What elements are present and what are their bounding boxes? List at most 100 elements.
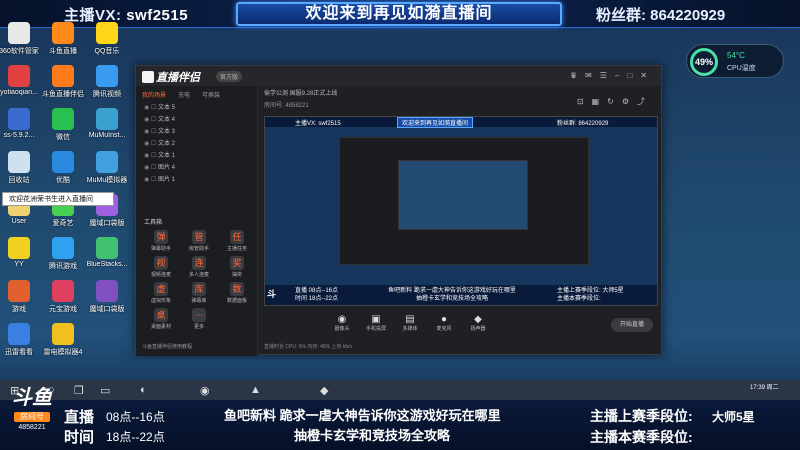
tool-icon: ⋯: [192, 308, 206, 322]
layer-item[interactable]: 文本 4: [136, 114, 257, 126]
minimize-icon[interactable]: –: [615, 71, 627, 80]
desktop-icon[interactable]: 优酷: [40, 151, 86, 185]
edge-icon[interactable]: ◐: [140, 384, 147, 396]
source-tool-button[interactable]: ▤ 多媒体: [398, 314, 422, 332]
shirt-icon[interactable]: ♛: [570, 71, 585, 80]
scene-tab[interactable]: 我的场景: [142, 93, 166, 99]
source-tool-icon: ▤: [405, 314, 415, 325]
settings-icon[interactable]: ⚙: [622, 97, 637, 106]
desktop-icon-label: 魔域口袋版: [89, 220, 125, 227]
desktop-icon-label: ss-5.9.2...: [3, 132, 35, 139]
live-companion-window[interactable]: 直播伴侣 官方版 ♛✉☰–□✕ 我的场景充电可换装 文本 5文本 4文本 3文本…: [135, 65, 662, 356]
nested-app-window: [339, 137, 589, 265]
source-toolbar: ◉ 摄像头 ▣ 手机投屏 ▤ 多媒体 ● 麦克风 ◆ 扬声器: [330, 314, 490, 332]
desktop-icon[interactable]: ss-5.9.2...: [0, 108, 42, 139]
taskbar-clock[interactable]: 17:39 周二: [750, 382, 779, 391]
source-tool-icon: ▣: [371, 314, 381, 325]
desktop-icon[interactable]: YY: [0, 237, 42, 268]
start-live-button[interactable]: 开始直播: [611, 318, 653, 332]
desktop-icon[interactable]: 腾讯视频: [84, 65, 130, 99]
desktop-icon[interactable]: 斗鱼直播: [40, 22, 86, 56]
source-tool-icon: ◉: [337, 314, 347, 325]
file-explorer-icon[interactable]: ▭: [100, 384, 110, 397]
close-icon[interactable]: ✕: [640, 71, 655, 80]
tool-button[interactable]: 虚虚拟形象: [142, 282, 180, 304]
tool-label: 虚拟形象: [150, 298, 171, 304]
streaming-app-icon[interactable]: ▲: [250, 384, 261, 396]
source-tool-button[interactable]: ● 麦克风: [432, 314, 456, 332]
desktop-icon[interactable]: MuMuInst...: [84, 108, 130, 139]
desktop-icon-label: 斗鱼直播伴侣: [42, 91, 84, 98]
tool-icon: 虚: [154, 282, 168, 296]
desktop-icon[interactable]: 360软件管家: [0, 22, 42, 56]
grid-icon[interactable]: ▦: [592, 97, 608, 106]
refresh-icon[interactable]: ↻: [607, 97, 622, 106]
desktop-icon[interactable]: 雷电模拟器4: [40, 323, 86, 357]
source-tool-button[interactable]: ▣ 手机投屏: [364, 314, 388, 332]
app-icon: [96, 22, 118, 44]
desktop-icon[interactable]: 微信: [40, 108, 86, 142]
maximize-icon[interactable]: □: [627, 71, 640, 80]
desktop-icon[interactable]: 腾讯游戏: [40, 237, 86, 271]
fan-group: 粉丝群: 864220929: [596, 7, 726, 24]
tool-button[interactable]: 奖抽奖: [218, 256, 256, 278]
tool-button[interactable]: 连多人连麦: [180, 256, 218, 278]
preview-controls[interactable]: ⊡▦↻⚙⤴: [577, 96, 653, 107]
desktop-icon[interactable]: 斗鱼直播伴侣: [40, 65, 86, 99]
tutorial-link[interactable]: 斗鱼直播伴侣使用教程: [142, 343, 192, 350]
window-controls[interactable]: ♛✉☰–□✕: [570, 71, 655, 80]
source-tool-label: 摄像头: [334, 326, 350, 332]
tool-button[interactable]: 任主播任务: [218, 230, 256, 252]
scene-tab[interactable]: 可换装: [202, 93, 220, 99]
tool-icon: 弹: [154, 230, 168, 244]
share-icon[interactable]: ⤴: [637, 97, 653, 106]
layer-item[interactable]: 文本 3: [136, 126, 257, 138]
tool-button[interactable]: 视视频连麦: [142, 256, 180, 278]
game-icon[interactable]: ◆: [320, 384, 328, 397]
app-icon: [52, 65, 74, 87]
desktop-icon[interactable]: QQ音乐: [84, 22, 130, 56]
source-tool-button[interactable]: ◆ 扬声器: [466, 314, 490, 332]
stream-preview[interactable]: 主播VX: swf2515 欢迎来到再见如漪直播间 粉丝群: 864220929…: [264, 116, 658, 306]
tool-label: 弹幕库: [191, 298, 207, 304]
version-badge: 官方版: [216, 71, 243, 82]
layer-item[interactable]: 文本 1: [136, 150, 257, 162]
tool-button[interactable]: 桌桌面素材: [142, 308, 180, 330]
tool-button[interactable]: ⋯ 更多: [180, 308, 218, 330]
tool-label: 房管助手: [188, 246, 209, 252]
layer-item[interactable]: 文本 2: [136, 138, 257, 150]
desktop-icon[interactable]: MuMu模拟器: [84, 151, 130, 185]
tool-label: 主播任务: [226, 246, 247, 252]
window-titlebar[interactable]: 直播伴侣 官方版 ♛✉☰–□✕: [136, 66, 661, 86]
layer-item[interactable]: 文本 5: [136, 102, 257, 114]
source-tool-button[interactable]: ◉ 摄像头: [330, 314, 354, 332]
browser-icon[interactable]: ◉: [200, 384, 210, 397]
app-icon: [52, 22, 74, 44]
menu-icon[interactable]: ☰: [600, 71, 615, 80]
logo-main: 斗鱼: [12, 387, 52, 409]
tool-button[interactable]: 库弹幕库: [180, 282, 218, 304]
desktop-icon[interactable]: yotiaoqian...: [0, 65, 42, 96]
desktop-icon[interactable]: 游戏: [0, 280, 42, 314]
mail-icon[interactable]: ✉: [585, 71, 600, 80]
tool-button[interactable]: 数数据面板: [218, 282, 256, 304]
nested-preview: [398, 160, 528, 230]
scene-tab[interactable]: 充电: [178, 93, 190, 99]
desktop-icon-label: 360软件管家: [0, 48, 39, 55]
desktop-icon[interactable]: 迅雷看看: [0, 323, 42, 357]
desktop-icon[interactable]: 元宝游戏: [40, 280, 86, 314]
preview-top-bar: 主播VX: swf2515 欢迎来到再见如漪直播间 粉丝群: 864220929: [265, 117, 657, 128]
lock-icon[interactable]: ⊡: [577, 97, 592, 106]
layer-item[interactable]: 图片 1: [136, 174, 257, 186]
tool-button[interactable]: 管房管助手: [180, 230, 218, 252]
app-icon: [96, 108, 118, 130]
desktop-icon[interactable]: 魔域口袋版: [84, 280, 130, 314]
task-view-icon[interactable]: ❐: [74, 384, 84, 397]
room-title[interactable]: 偷学公测 国服9.28正式上线: [264, 88, 337, 97]
performance-widget[interactable]: 49% 54°C CPU温度: [686, 44, 784, 78]
logo-icon: [142, 71, 154, 83]
layer-item[interactable]: 图片 4: [136, 162, 257, 174]
desktop-icon[interactable]: 回收站: [0, 151, 42, 185]
desktop-icon[interactable]: BlueStacks...: [84, 237, 130, 268]
tool-button[interactable]: 弹弹幕助手: [142, 230, 180, 252]
